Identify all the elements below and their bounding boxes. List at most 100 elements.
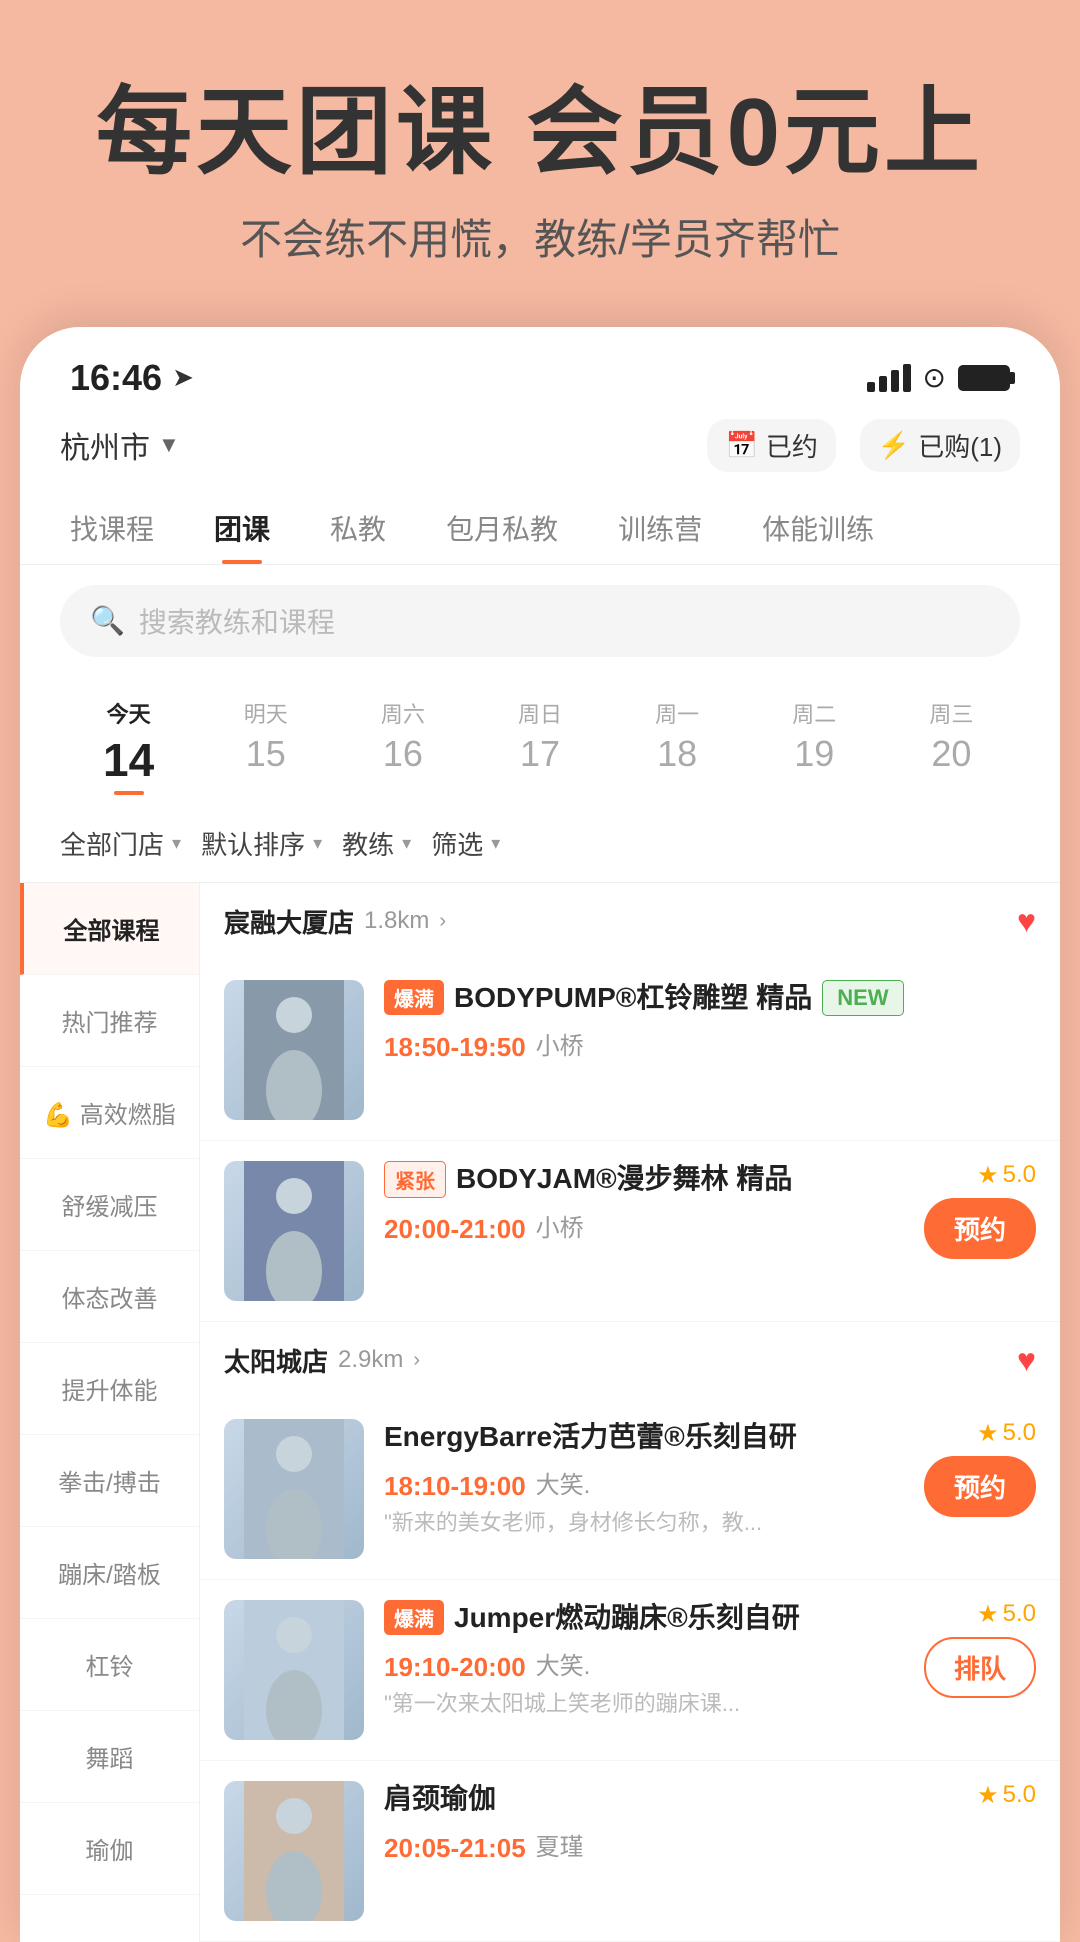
lightning-icon: ⚡: [878, 430, 910, 461]
course-time: 20:05-21:05: [384, 1833, 526, 1864]
course-trainer: 大笑.: [536, 1646, 591, 1681]
venue-favorite-icon-0[interactable]: ♥: [1017, 903, 1036, 940]
filter-全部门店[interactable]: 全部门店▾: [60, 825, 181, 862]
date-item-18[interactable]: 周一 18: [609, 687, 746, 805]
location-selector[interactable]: 杭州市 ▼: [60, 423, 180, 467]
date-item-14[interactable]: 今天 14: [60, 687, 197, 805]
location-text: 杭州市: [60, 423, 150, 467]
course-right: ★5.0 排队: [924, 1600, 1036, 1698]
course-image: [224, 1600, 364, 1740]
sidebar-item[interactable]: 💪 高效燃脂: [20, 1067, 199, 1159]
course-card[interactable]: 紧张 BODYJAM®漫步舞林 精品 20:00-21:00 小桥 ★5.0 预…: [200, 1141, 1060, 1322]
filter-教练[interactable]: 教练▾: [342, 825, 411, 862]
battery-icon: [958, 365, 1010, 391]
course-info: 爆满 BODYPUMP®杠铃雕塑 精品 NEW 18:50-19:50 小桥: [384, 980, 1016, 1063]
date-item-17[interactable]: 周日 17: [471, 687, 608, 805]
course-time: 18:10-19:00: [384, 1471, 526, 1502]
course-desc: "第一次来太阳城上笑老师的蹦床课...: [384, 1689, 904, 1720]
booked-label: 已约: [766, 427, 818, 464]
course-trainer: 小桥: [536, 1208, 584, 1243]
course-name: EnergyBarre活力芭蕾®乐刻自研: [384, 1419, 797, 1455]
tab-团课[interactable]: 团课: [184, 492, 300, 564]
booked-button[interactable]: 📅 已约: [707, 419, 835, 472]
sidebar: 全部课程热门推荐💪 高效燃脂舒缓减压体态改善提升体能拳击/搏击蹦床/踏板杠铃舞蹈…: [20, 883, 200, 1942]
hero-subtitle: 不会练不用慌，教练/学员齐帮忙: [60, 206, 1020, 267]
tab-找课程[interactable]: 找课程: [40, 492, 184, 564]
venue-link-0[interactable]: 宸融大厦店 1.8km ›: [224, 903, 446, 940]
book-button[interactable]: 预约: [924, 1456, 1036, 1517]
sidebar-item[interactable]: 全部课程: [20, 883, 199, 975]
status-icons: ⊙: [867, 361, 1010, 394]
course-card[interactable]: 肩颈瑜伽 20:05-21:05 夏瑾 ★5.0: [200, 1761, 1060, 1942]
course-image: [224, 1161, 364, 1301]
status-time: 16:46: [70, 357, 162, 399]
venue-header-1: 太阳城店 2.9km › ♥: [200, 1322, 1060, 1399]
phone-frame: 16:46 ➤ ⊙ 杭州市 ▼ 📅 已约 ⚡ 已购: [20, 327, 1060, 1942]
date-item-20[interactable]: 周三 20: [883, 687, 1020, 805]
course-info: 爆满 Jumper燃动蹦床®乐刻自研 19:10-20:00 大笑. "第一次来…: [384, 1600, 904, 1720]
status-bar: 16:46 ➤ ⊙: [20, 327, 1060, 409]
nav-actions: 📅 已约 ⚡ 已购(1): [707, 419, 1020, 472]
course-image: [224, 980, 364, 1120]
sidebar-item[interactable]: 拳击/搏击: [20, 1435, 199, 1527]
course-name: Jumper燃动蹦床®乐刻自研: [454, 1600, 800, 1636]
course-card[interactable]: 爆满 BODYPUMP®杠铃雕塑 精品 NEW 18:50-19:50 小桥: [200, 960, 1060, 1141]
calendar-icon: 📅: [725, 430, 757, 461]
course-right: ★5.0 预约: [924, 1419, 1036, 1517]
top-nav: 杭州市 ▼ 📅 已约 ⚡ 已购(1): [20, 409, 1060, 492]
course-rating: ★5.0: [977, 1781, 1036, 1810]
date-selector: 今天 14 明天 15 周六 16 周日 17 周一 18 周二 19 周三 2…: [20, 677, 1060, 815]
sidebar-item[interactable]: 提升体能: [20, 1343, 199, 1435]
wifi-icon: ⊙: [923, 361, 946, 394]
course-rating: ★5.0: [977, 1600, 1036, 1629]
tab-包月私教[interactable]: 包月私教: [416, 492, 588, 564]
course-trainer: 夏瑾: [536, 1827, 584, 1862]
sidebar-item[interactable]: 体态改善: [20, 1251, 199, 1343]
sidebar-item[interactable]: 杠铃: [20, 1619, 199, 1711]
sidebar-item[interactable]: 热门推荐: [20, 975, 199, 1067]
new-badge: NEW: [822, 980, 903, 1016]
course-rating: ★5.0: [977, 1419, 1036, 1448]
search-bar[interactable]: 🔍 搜索教练和课程: [60, 585, 1020, 657]
date-item-19[interactable]: 周二 19: [746, 687, 883, 805]
course-info: 紧张 BODYJAM®漫步舞林 精品 20:00-21:00 小桥: [384, 1161, 904, 1245]
course-badge: 爆满: [384, 1600, 444, 1635]
purchased-label: 已购(1): [918, 427, 1002, 464]
sidebar-item[interactable]: 舞蹈: [20, 1711, 199, 1803]
course-trainer: 小桥: [536, 1026, 584, 1061]
signal-bars-icon: [867, 364, 911, 392]
course-rating: ★5.0: [977, 1161, 1036, 1190]
course-info: 肩颈瑜伽 20:05-21:05 夏瑾: [384, 1781, 957, 1864]
course-card[interactable]: EnergyBarre活力芭蕾®乐刻自研 18:10-19:00 大笑. "新来…: [200, 1399, 1060, 1580]
course-right: ★5.0 预约: [924, 1161, 1036, 1259]
venue-link-1[interactable]: 太阳城店 2.9km ›: [224, 1342, 420, 1379]
course-name: BODYJAM®漫步舞林 精品: [456, 1161, 792, 1197]
filter-筛选[interactable]: 筛选▾: [431, 825, 500, 862]
course-card[interactable]: 爆满 Jumper燃动蹦床®乐刻自研 19:10-20:00 大笑. "第一次来…: [200, 1580, 1060, 1761]
date-item-16[interactable]: 周六 16: [334, 687, 471, 805]
tab-训练营[interactable]: 训练营: [588, 492, 732, 564]
sidebar-item[interactable]: 瑜伽: [20, 1803, 199, 1895]
course-time: 18:50-19:50: [384, 1032, 526, 1063]
hero-section: 每天团课 会员0元上 不会练不用慌，教练/学员齐帮忙: [0, 0, 1080, 267]
filter-bar: 全部门店▾ 默认排序▾ 教练▾ 筛选▾: [20, 815, 1060, 882]
book-button[interactable]: 预约: [924, 1198, 1036, 1259]
course-right: ★5.0: [977, 1781, 1036, 1810]
course-image: [224, 1781, 364, 1921]
tab-私教[interactable]: 私教: [300, 492, 416, 564]
search-input[interactable]: 搜索教练和课程: [139, 601, 335, 641]
content-area: 全部课程热门推荐💪 高效燃脂舒缓减压体态改善提升体能拳击/搏击蹦床/踏板杠铃舞蹈…: [20, 882, 1060, 1942]
sidebar-item[interactable]: 蹦床/踏板: [20, 1527, 199, 1619]
course-trainer: 大笑.: [536, 1465, 591, 1500]
sidebar-item[interactable]: 舒缓减压: [20, 1159, 199, 1251]
search-icon: 🔍: [90, 604, 125, 637]
course-badge: 紧张: [384, 1161, 446, 1198]
filter-默认排序[interactable]: 默认排序▾: [201, 825, 322, 862]
queue-button[interactable]: 排队: [924, 1637, 1036, 1698]
tab-体能训练[interactable]: 体能训练: [732, 492, 904, 564]
venue-header-0: 宸融大厦店 1.8km › ♥: [200, 883, 1060, 960]
course-image: [224, 1419, 364, 1559]
date-item-15[interactable]: 明天 15: [197, 687, 334, 805]
venue-favorite-icon-1[interactable]: ♥: [1017, 1342, 1036, 1379]
purchased-button[interactable]: ⚡ 已购(1): [860, 419, 1020, 472]
